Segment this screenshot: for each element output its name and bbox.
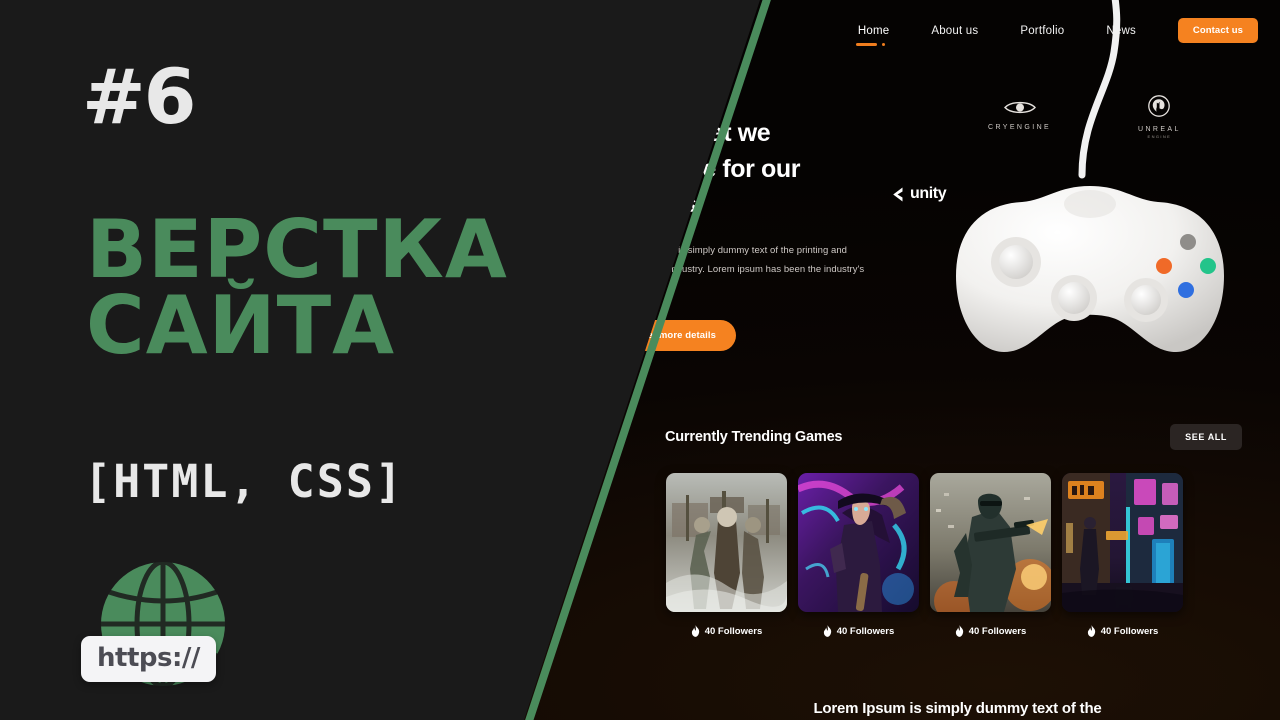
trending-title: Currently Trending Games — [665, 429, 843, 445]
followers-label: 40 Followers — [1100, 625, 1159, 637]
flame-icon — [823, 625, 831, 637]
game-card[interactable]: 40 Followers — [1062, 473, 1183, 637]
soldier-explosion-art — [930, 473, 1051, 612]
brand-cryengine: CRYENGINE — [988, 100, 1051, 131]
episode-number: #6 — [82, 52, 197, 141]
followers-label: 40 Followers — [836, 625, 895, 637]
game-thumbnail-soldier[interactable] — [930, 473, 1051, 612]
followers-label: 40 Followers — [704, 625, 763, 637]
brand-label: unity — [910, 185, 947, 202]
warriors-battle-art — [666, 473, 787, 612]
nav-item-home[interactable]: Home — [855, 25, 889, 46]
see-all-button[interactable]: SEE ALL — [1170, 424, 1242, 450]
flame-icon — [955, 625, 963, 637]
neon-fantasy-hero-art — [798, 473, 919, 612]
unity-cube-icon — [893, 187, 903, 201]
cryengine-eye-icon — [1003, 101, 1036, 114]
flame-icon — [1087, 625, 1095, 637]
game-thumbnail-neon-fantasy[interactable] — [798, 473, 919, 612]
page-title: ВЕРСТКА САЙТА — [86, 210, 606, 372]
title-subtitle: [HTML, CSS] — [84, 455, 405, 508]
unreal-engine-icon — [1148, 95, 1171, 117]
game-thumbnail-warriors[interactable] — [666, 473, 787, 612]
card-followers: 40 Followers — [798, 625, 919, 637]
game-card[interactable]: 40 Followers — [666, 473, 787, 637]
https-badge: https:// — [81, 636, 216, 682]
youtube-thumbnail: Home About us Portfolio News Contact us — [0, 0, 1280, 720]
card-followers: 40 Followers — [1062, 625, 1183, 637]
web-logo: https:// — [81, 558, 265, 698]
card-followers: 40 Followers — [666, 625, 787, 637]
trending-cards: 40 Followers 40 Followers 40 Followers 4… — [666, 473, 1183, 637]
card-followers: 40 Followers — [930, 625, 1051, 637]
game-thumbnail-cyberpunk[interactable] — [1062, 473, 1183, 612]
brand-logos: CRYENGINE UNREAL ENGINE unity — [880, 95, 1260, 225]
brand-unity: unity — [890, 185, 947, 203]
brand-label: CRYENGINE — [988, 124, 1052, 131]
brand-sublabel: ENGINE — [1147, 134, 1172, 139]
brand-label: UNREAL — [1138, 126, 1181, 133]
title-line-2: САЙТА — [86, 279, 396, 372]
cyberpunk-street-art — [1062, 473, 1183, 612]
flame-icon — [691, 625, 699, 637]
game-card[interactable]: 40 Followers — [930, 473, 1051, 637]
footer-lorem-text: Lorem Ipsum is simply dummy text of the — [813, 700, 1102, 717]
followers-label: 40 Followers — [968, 625, 1027, 637]
trending-header: Currently Trending Games SEE ALL — [665, 424, 1242, 450]
brand-unreal-engine: UNREAL ENGINE — [1138, 95, 1181, 139]
game-card[interactable]: 40 Followers — [798, 473, 919, 637]
